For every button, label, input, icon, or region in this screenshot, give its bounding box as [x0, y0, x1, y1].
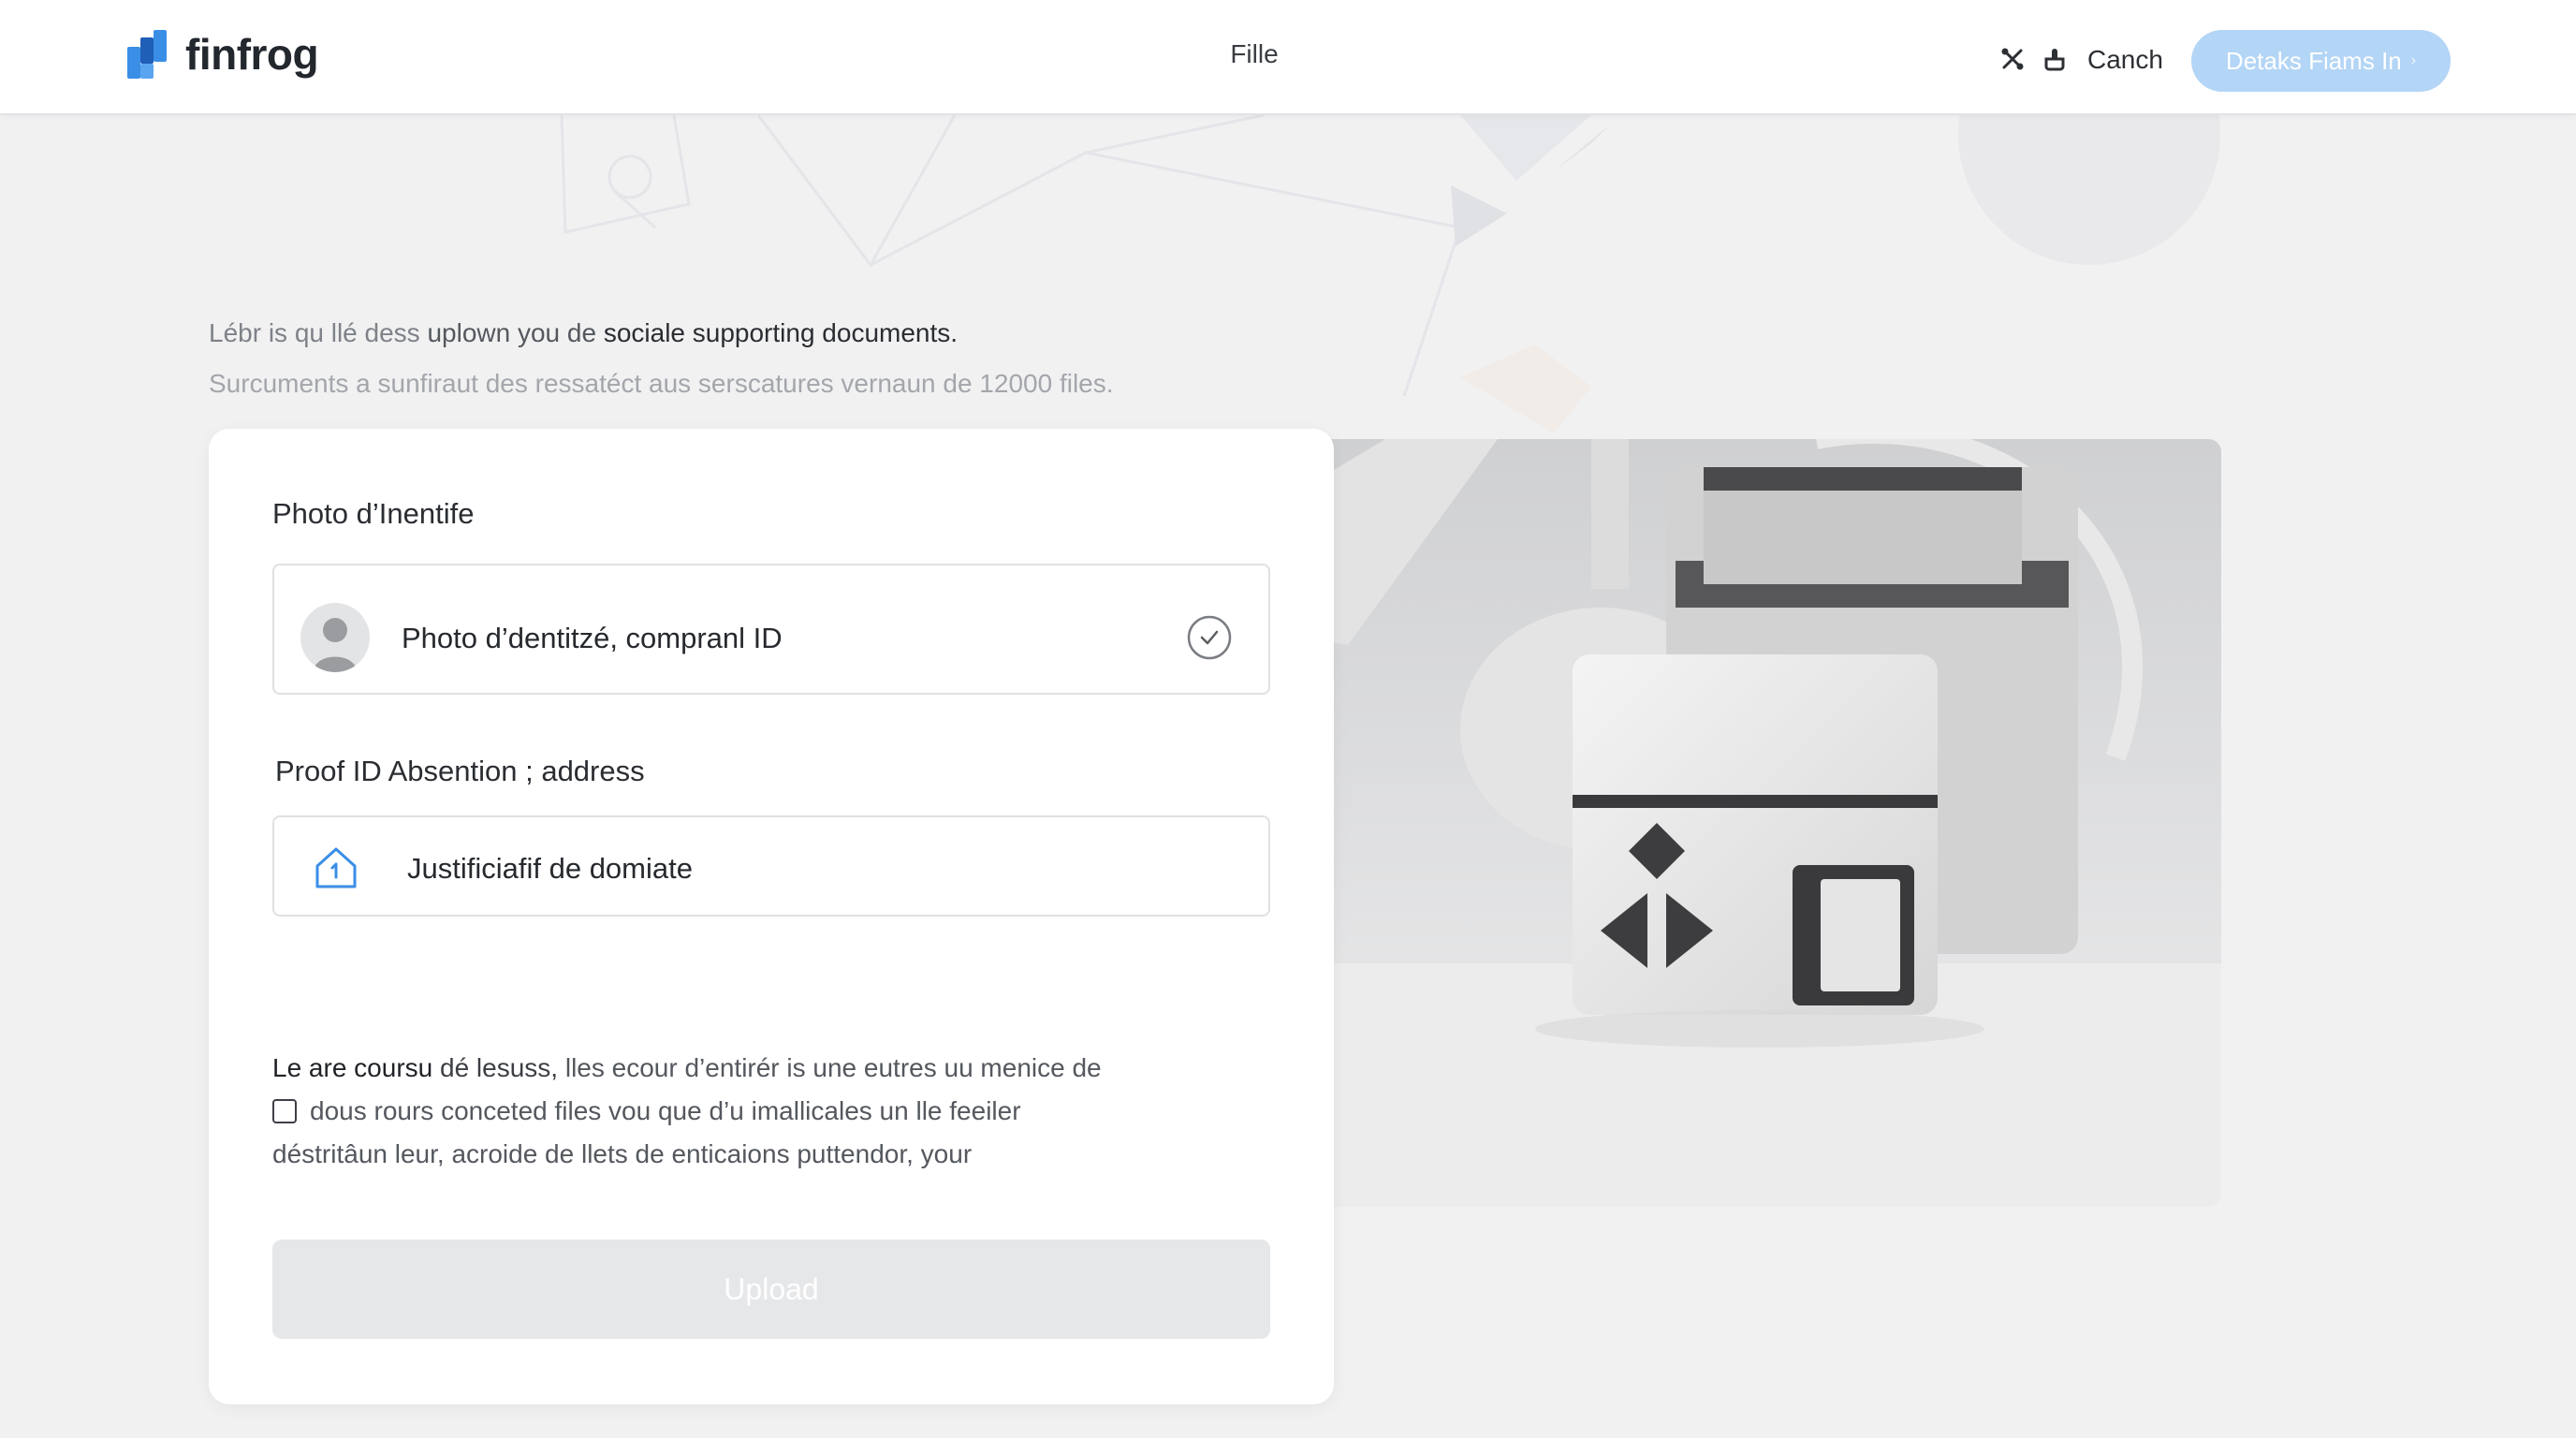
- identity-photo-field[interactable]: Photo d’dentitzé, compranl ID: [272, 564, 1270, 695]
- chevron-right-icon: ›: [2410, 52, 2417, 68]
- proof-of-address-field[interactable]: Justificiafif de domiate: [272, 815, 1270, 917]
- proof-of-address-value: Justificiafif de domiate: [407, 852, 693, 885]
- header-cta-label: Detaks Fiams In: [2225, 46, 2402, 75]
- avatar-icon: [300, 603, 370, 672]
- finfrog-logo-icon: [127, 30, 167, 79]
- brand-logo[interactable]: finfrog: [125, 28, 319, 81]
- intro-headline-part2: uplown you de: [427, 318, 604, 347]
- consent-block: Le are coursu dé lesuss, lles ecour d’en…: [272, 1047, 1208, 1176]
- consent-line-2-text: dous rours conceted files vou que d’u im…: [310, 1096, 1021, 1125]
- brand-name: finfrog: [185, 30, 319, 79]
- house-icon: [315, 847, 357, 888]
- top-nav-bar: finfrog Fille Canch Detaks Fiams In ›: [0, 0, 2576, 115]
- tools-icon[interactable]: [1999, 46, 2026, 72]
- intro-headline: Lébr is qu llé dess uplown you de social…: [209, 318, 1114, 348]
- header-link-canch[interactable]: Canch: [2087, 45, 2163, 75]
- intro-text: Lébr is qu llé dess uplown you de social…: [209, 318, 1114, 399]
- intro-headline-part1: Lébr is qu llé dess: [209, 318, 428, 347]
- consent-line-3: déstritâun leur, acroide de llets de ent…: [272, 1139, 973, 1168]
- identity-photo-value: Photo d’dentitzé, compranl ID: [402, 622, 783, 654]
- consent-lead-2: dé lesuss,: [432, 1053, 559, 1082]
- check-circle-icon: [1187, 615, 1232, 660]
- consent-line-2: dous rours conceted files vou que d’u im…: [272, 1090, 1208, 1133]
- hero-illustration: [1292, 439, 2221, 1207]
- document-box-illustration: [1292, 439, 2221, 1207]
- upload-form-card: Photo d’Inentife Photo d’dentitzé, compr…: [209, 429, 1334, 1404]
- consent-lead: Le are coursu: [272, 1053, 433, 1082]
- upload-button[interactable]: Upload: [272, 1240, 1270, 1339]
- consent-line-1-rest: lles ecour d’entirér is une eutres uu me…: [558, 1053, 1102, 1082]
- hand-icon[interactable]: [2042, 46, 2068, 72]
- proof-of-address-label: Proof ID Absention ; address: [275, 755, 645, 787]
- consent-line-1: Le are coursu dé lesuss, lles ecour d’en…: [272, 1047, 1208, 1090]
- intro-subtext: Surcuments a sunfiraut des ressatéct aus…: [209, 369, 1114, 398]
- intro-headline-part3: sociale supporting documents.: [603, 318, 959, 347]
- header-cta-button[interactable]: Detaks Fiams In ›: [2191, 30, 2451, 92]
- nav-link-fille[interactable]: Fille: [1208, 39, 1301, 69]
- consent-checkbox[interactable]: [272, 1099, 297, 1123]
- identity-photo-label: Photo d’Inentife: [272, 497, 475, 530]
